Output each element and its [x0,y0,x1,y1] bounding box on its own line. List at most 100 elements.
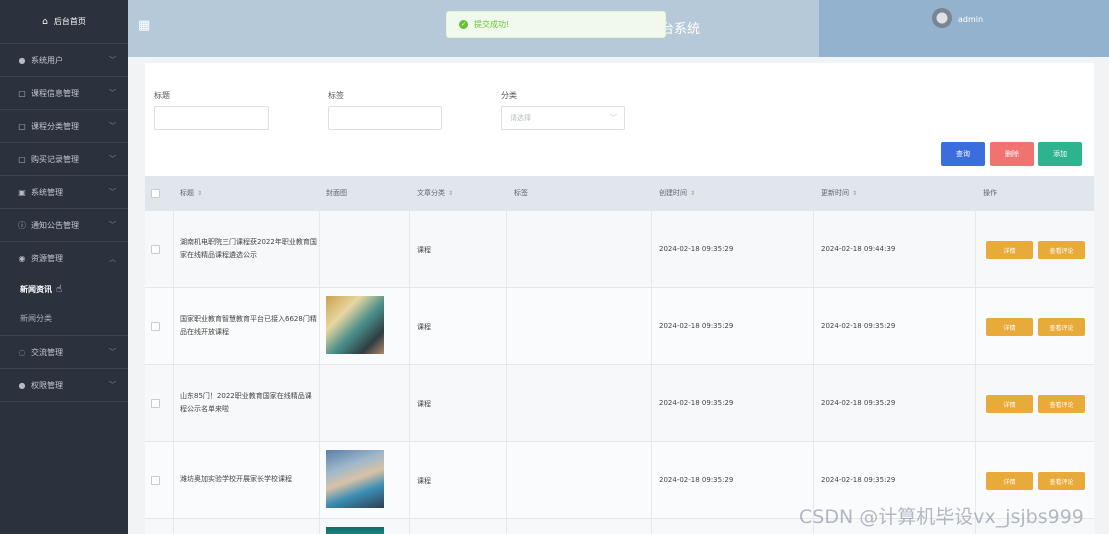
folder-icon: ▢ [18,88,26,98]
column-header-category[interactable]: 文章分类 ⇕ [417,188,453,198]
detail-button[interactable]: 详情 [986,318,1033,336]
success-toast: ✓ 提交成功! [446,11,666,38]
column-header-title[interactable]: 标题 ⇕ [180,188,202,198]
chat-icon: ◌ [18,347,26,357]
chevron-down-icon: ﹀ [109,56,116,64]
chevron-down-icon: ﹀ [109,348,116,356]
sidebar-home[interactable]: ⌂ 后台首页 [0,0,128,44]
sidebar-subitem-news-category[interactable]: 新闻分类 [0,304,128,333]
sidebar-item-label: 课程分类管理 [31,121,79,131]
sidebar-subitem-news[interactable]: 新闻资讯 ☝ [0,275,128,304]
row-created: 2024-02-18 09:35:29 [659,399,734,407]
chevron-down-icon: ﹀ [610,114,617,122]
sidebar-item-label: 购买记录管理 [31,154,79,164]
folder-icon: ▢ [18,154,26,164]
sidebar-item-communication[interactable]: ◌ 交流管理 ﹀ [0,336,128,369]
row-category: 课程 [417,400,431,408]
tag-filter-label: 标签 [328,91,344,100]
row-title: 潍坊奥加实验学校开展家长学校课程 [180,475,292,483]
detail-button[interactable]: 详情 [986,395,1033,413]
select-all-checkbox[interactable] [151,189,160,198]
info-icon: ⓘ [18,220,26,230]
tag-filter-input[interactable] [328,106,442,130]
check-circle-icon: ✓ [459,20,468,29]
image-icon: ▣ [18,187,26,197]
column-header-created[interactable]: 创建时间 ⇕ [659,188,695,198]
sidebar-item-course-category[interactable]: ▢ 课程分类管理 ﹀ [0,110,128,143]
chevron-down-icon: ﹀ [109,155,116,163]
row-checkbox[interactable] [151,245,160,254]
row-checkbox[interactable] [151,322,160,331]
sidebar-item-course-info[interactable]: ▢ 课程信息管理 ﹀ [0,77,128,110]
sidebar-item-system-users[interactable]: ● 系统用户 ﹀ [0,44,128,77]
chevron-down-icon: ﹀ [109,221,116,229]
row-checkbox[interactable] [151,476,160,485]
sidebar-item-label: 系统管理 [31,187,63,197]
sidebar-group-resources: ◉ 资源管理 ︿ 新闻资讯 ☝ 新闻分类 [0,242,128,336]
home-icon: ⌂ [42,16,48,27]
cover-image [326,450,384,508]
chevron-down-icon: ﹀ [109,122,116,130]
sidebar: ⌂ 后台首页 ● 系统用户 ﹀ ▢ 课程信息管理 ﹀ ▢ 课程分类管理 ﹀ ▢ … [0,0,128,534]
view-comments-button[interactable]: 查看评论 [1038,318,1085,336]
category-select[interactable]: 请选择 ﹀ [501,106,625,130]
column-header-cover: 封面图 [326,189,347,197]
sort-icon[interactable]: ⇕ [197,190,202,197]
sidebar-item-purchase-records[interactable]: ▢ 购买记录管理 ﹀ [0,143,128,176]
category-filter-label: 分类 [501,91,517,100]
username[interactable]: admin [958,15,983,24]
row-updated: 2024-02-18 09:35:29 [821,399,896,407]
chevron-up-icon: ︿ [109,254,116,263]
watermark: CSDN @计算机毕设vx_jsjbs999 [799,506,1084,528]
user-icon: ● [18,55,26,65]
sidebar-item-notice[interactable]: ⓘ 通知公告管理 ﹀ [0,209,128,242]
query-button[interactable]: 查询 [941,142,985,166]
cover-image [326,296,384,354]
chevron-down-icon: ﹀ [109,89,116,97]
sidebar-item-permissions[interactable]: ● 权限管理 ﹀ [0,369,128,402]
sidebar-home-label: 后台首页 [53,17,86,26]
sort-icon[interactable]: ⇕ [448,190,453,197]
table-row: 山东85门！2022职业教育国家在线精品课程公示名单来啦 课程 2024-02-… [145,365,1094,442]
row-category: 课程 [417,323,431,331]
sidebar-item-label: 资源管理 [31,254,63,263]
location-icon: ◉ [18,254,26,263]
table-row: 国家职业教育智慧教育平台已接入6628门精品在线开放课程 课程 2024-02-… [145,288,1094,365]
user-block[interactable]: admin [819,0,1109,57]
sort-icon[interactable]: ⇕ [690,190,695,197]
avatar[interactable] [932,8,952,28]
row-created: 2024-02-18 09:35:29 [659,322,734,330]
sidebar-item-label: 权限管理 [31,380,63,390]
toast-message: 提交成功! [474,20,510,29]
cover-image [326,527,384,534]
row-category: 课程 [417,477,431,485]
cursor-hand-icon: ☝ [56,284,63,295]
row-updated: 2024-02-18 09:35:29 [821,322,896,330]
row-title: 国家职业教育智慧教育平台已接入6628门精品在线开放课程 [180,315,317,336]
grid-menu-icon[interactable]: ▦ [138,18,150,33]
user-icon: ● [18,380,26,390]
sidebar-item-resources[interactable]: ◉ 资源管理 ︿ [0,242,128,275]
row-created: 2024-02-18 09:35:29 [659,476,734,484]
delete-button[interactable]: 删除 [990,142,1034,166]
sidebar-item-system-manage[interactable]: ▣ 系统管理 ﹀ [0,176,128,209]
table-header: 标题 ⇕ 封面图 文章分类 ⇕ 标签 创建时间 ⇕ 更新时间 ⇕ 操作 [145,176,1094,211]
detail-button[interactable]: 详情 [986,241,1033,259]
sidebar-subitem-label: 新闻资讯 [20,285,52,294]
sidebar-item-label: 交流管理 [31,347,63,357]
column-header-actions: 操作 [983,189,997,197]
title-filter-input[interactable] [154,106,269,130]
chevron-down-icon: ﹀ [109,188,116,196]
row-checkbox[interactable] [151,399,160,408]
sidebar-item-label: 课程信息管理 [31,88,79,98]
table-row: 湖南机电职院三门课程获2022年职业教育国家在线精品课程遴选公示 课程 2024… [145,211,1094,288]
column-header-updated[interactable]: 更新时间 ⇕ [821,188,857,198]
detail-button[interactable]: 详情 [986,472,1033,490]
add-button[interactable]: 添加 [1038,142,1082,166]
row-updated: 2024-02-18 09:44:39 [821,245,896,253]
view-comments-button[interactable]: 查看评论 [1038,241,1085,259]
sort-icon[interactable]: ⇕ [852,190,857,197]
view-comments-button[interactable]: 查看评论 [1038,472,1085,490]
main-panel: 标题 标签 分类 请选择 ﹀ 查询 删除 添加 标题 ⇕ 封面图 文章分类 ⇕ 标签… [145,63,1094,534]
view-comments-button[interactable]: 查看评论 [1038,395,1085,413]
